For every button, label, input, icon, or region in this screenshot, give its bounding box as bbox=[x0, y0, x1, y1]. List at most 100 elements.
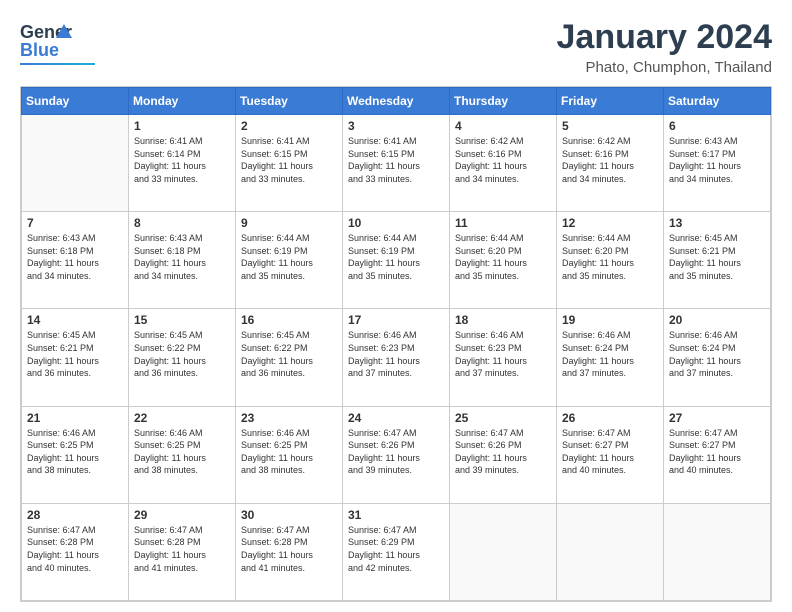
calendar-cell: 25 Sunrise: 6:47 AM Sunset: 6:26 PM Dayli… bbox=[450, 406, 557, 503]
day-header-monday: Monday bbox=[129, 88, 236, 115]
calendar-cell: 15 Sunrise: 6:45 AM Sunset: 6:22 PM Dayli… bbox=[129, 309, 236, 406]
day-number: 3 bbox=[348, 119, 444, 133]
day-info: Sunrise: 6:43 AM Sunset: 6:17 PM Dayligh… bbox=[669, 135, 765, 185]
day-number: 26 bbox=[562, 411, 658, 425]
day-number: 10 bbox=[348, 216, 444, 230]
day-info: Sunrise: 6:46 AM Sunset: 6:24 PM Dayligh… bbox=[669, 329, 765, 379]
day-number: 30 bbox=[241, 508, 337, 522]
calendar-cell: 24Sunrise: 6:47 AM Sunset: 6:26 PM Dayli… bbox=[343, 406, 450, 503]
calendar-cell: 13Sunrise: 6:45 AM Sunset: 6:21 PM Dayli… bbox=[664, 212, 771, 309]
day-header-wednesday: Wednesday bbox=[343, 88, 450, 115]
day-info: Sunrise: 6:44 AM Sunset: 6:19 PM Dayligh… bbox=[241, 232, 337, 282]
day-number: 11 bbox=[455, 216, 551, 230]
day-number: 23 bbox=[241, 411, 337, 425]
day-info: Sunrise: 6:46 AM Sunset: 6:25 PM Dayligh… bbox=[134, 427, 230, 477]
day-info: Sunrise: 6:46 AM Sunset: 6:23 PM Dayligh… bbox=[455, 329, 551, 379]
day-number: 28 bbox=[27, 508, 123, 522]
day-info: Sunrise: 6:47 AM Sunset: 6:26 PM Dayligh… bbox=[455, 427, 551, 477]
day-number: 14 bbox=[27, 313, 123, 327]
calendar-cell: 7 Sunrise: 6:43 AM Sunset: 6:18 PM Daylig… bbox=[22, 212, 129, 309]
calendar-cell: 5 Sunrise: 6:42 AM Sunset: 6:16 PM Daylig… bbox=[557, 115, 664, 212]
calendar: SundayMondayTuesdayWednesdayThursdayFrid… bbox=[20, 86, 772, 602]
calendar-cell: 26 Sunrise: 6:47 AM Sunset: 6:27 PM Dayli… bbox=[557, 406, 664, 503]
day-number: 7 bbox=[27, 216, 123, 230]
calendar-week-3: 14 Sunrise: 6:45 AM Sunset: 6:21 PM Dayli… bbox=[22, 309, 771, 406]
day-info: Sunrise: 6:46 AM Sunset: 6:24 PM Dayligh… bbox=[562, 329, 658, 379]
calendar-cell: 20 Sunrise: 6:46 AM Sunset: 6:24 PM Dayli… bbox=[664, 309, 771, 406]
subtitle: Phato, Chumphon, Thailand bbox=[557, 59, 773, 76]
header: General Blue January 2024 Phato, Chumpho… bbox=[20, 18, 772, 76]
day-info: Sunrise: 6:47 AM Sunset: 6:27 PM Dayligh… bbox=[562, 427, 658, 477]
day-header-thursday: Thursday bbox=[450, 88, 557, 115]
day-number: 16 bbox=[241, 313, 337, 327]
day-info: Sunrise: 6:47 AM Sunset: 6:28 PM Dayligh… bbox=[241, 524, 337, 574]
logo-icon: General Blue bbox=[20, 18, 72, 62]
day-info: Sunrise: 6:45 AM Sunset: 6:22 PM Dayligh… bbox=[241, 329, 337, 379]
day-number: 27 bbox=[669, 411, 765, 425]
day-info: Sunrise: 6:47 AM Sunset: 6:28 PM Dayligh… bbox=[134, 524, 230, 574]
day-number: 20 bbox=[669, 313, 765, 327]
calendar-cell: 29Sunrise: 6:47 AM Sunset: 6:28 PM Dayli… bbox=[129, 503, 236, 600]
calendar-week-1: 1 Sunrise: 6:41 AM Sunset: 6:14 PM Daylig… bbox=[22, 115, 771, 212]
day-info: Sunrise: 6:42 AM Sunset: 6:16 PM Dayligh… bbox=[455, 135, 551, 185]
day-info: Sunrise: 6:46 AM Sunset: 6:25 PM Dayligh… bbox=[27, 427, 123, 477]
calendar-cell: 8 Sunrise: 6:43 AM Sunset: 6:18 PM Daylig… bbox=[129, 212, 236, 309]
day-number: 13 bbox=[669, 216, 765, 230]
calendar-cell: 11Sunrise: 6:44 AM Sunset: 6:20 PM Dayli… bbox=[450, 212, 557, 309]
day-number: 12 bbox=[562, 216, 658, 230]
logo: General Blue bbox=[20, 18, 95, 65]
calendar-cell: 21 Sunrise: 6:46 AM Sunset: 6:25 PM Dayli… bbox=[22, 406, 129, 503]
calendar-cell: 27 Sunrise: 6:47 AM Sunset: 6:27 PM Dayli… bbox=[664, 406, 771, 503]
svg-text:Blue: Blue bbox=[20, 40, 59, 60]
day-number: 5 bbox=[562, 119, 658, 133]
day-info: Sunrise: 6:44 AM Sunset: 6:20 PM Dayligh… bbox=[562, 232, 658, 282]
day-info: Sunrise: 6:44 AM Sunset: 6:19 PM Dayligh… bbox=[348, 232, 444, 282]
day-info: Sunrise: 6:47 AM Sunset: 6:27 PM Dayligh… bbox=[669, 427, 765, 477]
day-number: 31 bbox=[348, 508, 444, 522]
day-header-tuesday: Tuesday bbox=[236, 88, 343, 115]
day-number: 9 bbox=[241, 216, 337, 230]
day-info: Sunrise: 6:43 AM Sunset: 6:18 PM Dayligh… bbox=[134, 232, 230, 282]
day-number: 25 bbox=[455, 411, 551, 425]
calendar-cell: 2Sunrise: 6:41 AM Sunset: 6:15 PM Daylig… bbox=[236, 115, 343, 212]
calendar-cell bbox=[664, 503, 771, 600]
day-info: Sunrise: 6:45 AM Sunset: 6:21 PM Dayligh… bbox=[27, 329, 123, 379]
day-number: 6 bbox=[669, 119, 765, 133]
day-number: 21 bbox=[27, 411, 123, 425]
calendar-cell: 28Sunrise: 6:47 AM Sunset: 6:28 PM Dayli… bbox=[22, 503, 129, 600]
calendar-cell bbox=[557, 503, 664, 600]
day-number: 2 bbox=[241, 119, 337, 133]
day-info: Sunrise: 6:47 AM Sunset: 6:26 PM Dayligh… bbox=[348, 427, 444, 477]
day-number: 4 bbox=[455, 119, 551, 133]
page: General Blue January 2024 Phato, Chumpho… bbox=[0, 0, 792, 612]
day-number: 22 bbox=[134, 411, 230, 425]
day-number: 19 bbox=[562, 313, 658, 327]
day-number: 1 bbox=[134, 119, 230, 133]
calendar-cell: 4 Sunrise: 6:42 AM Sunset: 6:16 PM Daylig… bbox=[450, 115, 557, 212]
calendar-cell: 23 Sunrise: 6:46 AM Sunset: 6:25 PM Dayli… bbox=[236, 406, 343, 503]
day-number: 17 bbox=[348, 313, 444, 327]
day-header-sunday: Sunday bbox=[22, 88, 129, 115]
day-number: 8 bbox=[134, 216, 230, 230]
calendar-cell: 31 Sunrise: 6:47 AM Sunset: 6:29 PM Dayli… bbox=[343, 503, 450, 600]
day-info: Sunrise: 6:43 AM Sunset: 6:18 PM Dayligh… bbox=[27, 232, 123, 282]
calendar-cell bbox=[22, 115, 129, 212]
calendar-cell: 22 Sunrise: 6:46 AM Sunset: 6:25 PM Dayli… bbox=[129, 406, 236, 503]
day-info: Sunrise: 6:47 AM Sunset: 6:29 PM Dayligh… bbox=[348, 524, 444, 574]
calendar-cell: 9 Sunrise: 6:44 AM Sunset: 6:19 PM Daylig… bbox=[236, 212, 343, 309]
calendar-cell: 30 Sunrise: 6:47 AM Sunset: 6:28 PM Dayli… bbox=[236, 503, 343, 600]
day-info: Sunrise: 6:41 AM Sunset: 6:15 PM Dayligh… bbox=[348, 135, 444, 185]
day-info: Sunrise: 6:42 AM Sunset: 6:16 PM Dayligh… bbox=[562, 135, 658, 185]
calendar-week-4: 21 Sunrise: 6:46 AM Sunset: 6:25 PM Dayli… bbox=[22, 406, 771, 503]
calendar-cell: 10 Sunrise: 6:44 AM Sunset: 6:19 PM Dayli… bbox=[343, 212, 450, 309]
calendar-cell: 17Sunrise: 6:46 AM Sunset: 6:23 PM Dayli… bbox=[343, 309, 450, 406]
main-title: January 2024 bbox=[557, 18, 773, 57]
calendar-cell: 19 Sunrise: 6:46 AM Sunset: 6:24 PM Dayli… bbox=[557, 309, 664, 406]
day-number: 15 bbox=[134, 313, 230, 327]
calendar-cell: 14 Sunrise: 6:45 AM Sunset: 6:21 PM Dayli… bbox=[22, 309, 129, 406]
calendar-cell: 1 Sunrise: 6:41 AM Sunset: 6:14 PM Daylig… bbox=[129, 115, 236, 212]
day-info: Sunrise: 6:41 AM Sunset: 6:14 PM Dayligh… bbox=[134, 135, 230, 185]
day-info: Sunrise: 6:46 AM Sunset: 6:25 PM Dayligh… bbox=[241, 427, 337, 477]
day-info: Sunrise: 6:45 AM Sunset: 6:22 PM Dayligh… bbox=[134, 329, 230, 379]
title-section: January 2024 Phato, Chumphon, Thailand bbox=[557, 18, 773, 76]
